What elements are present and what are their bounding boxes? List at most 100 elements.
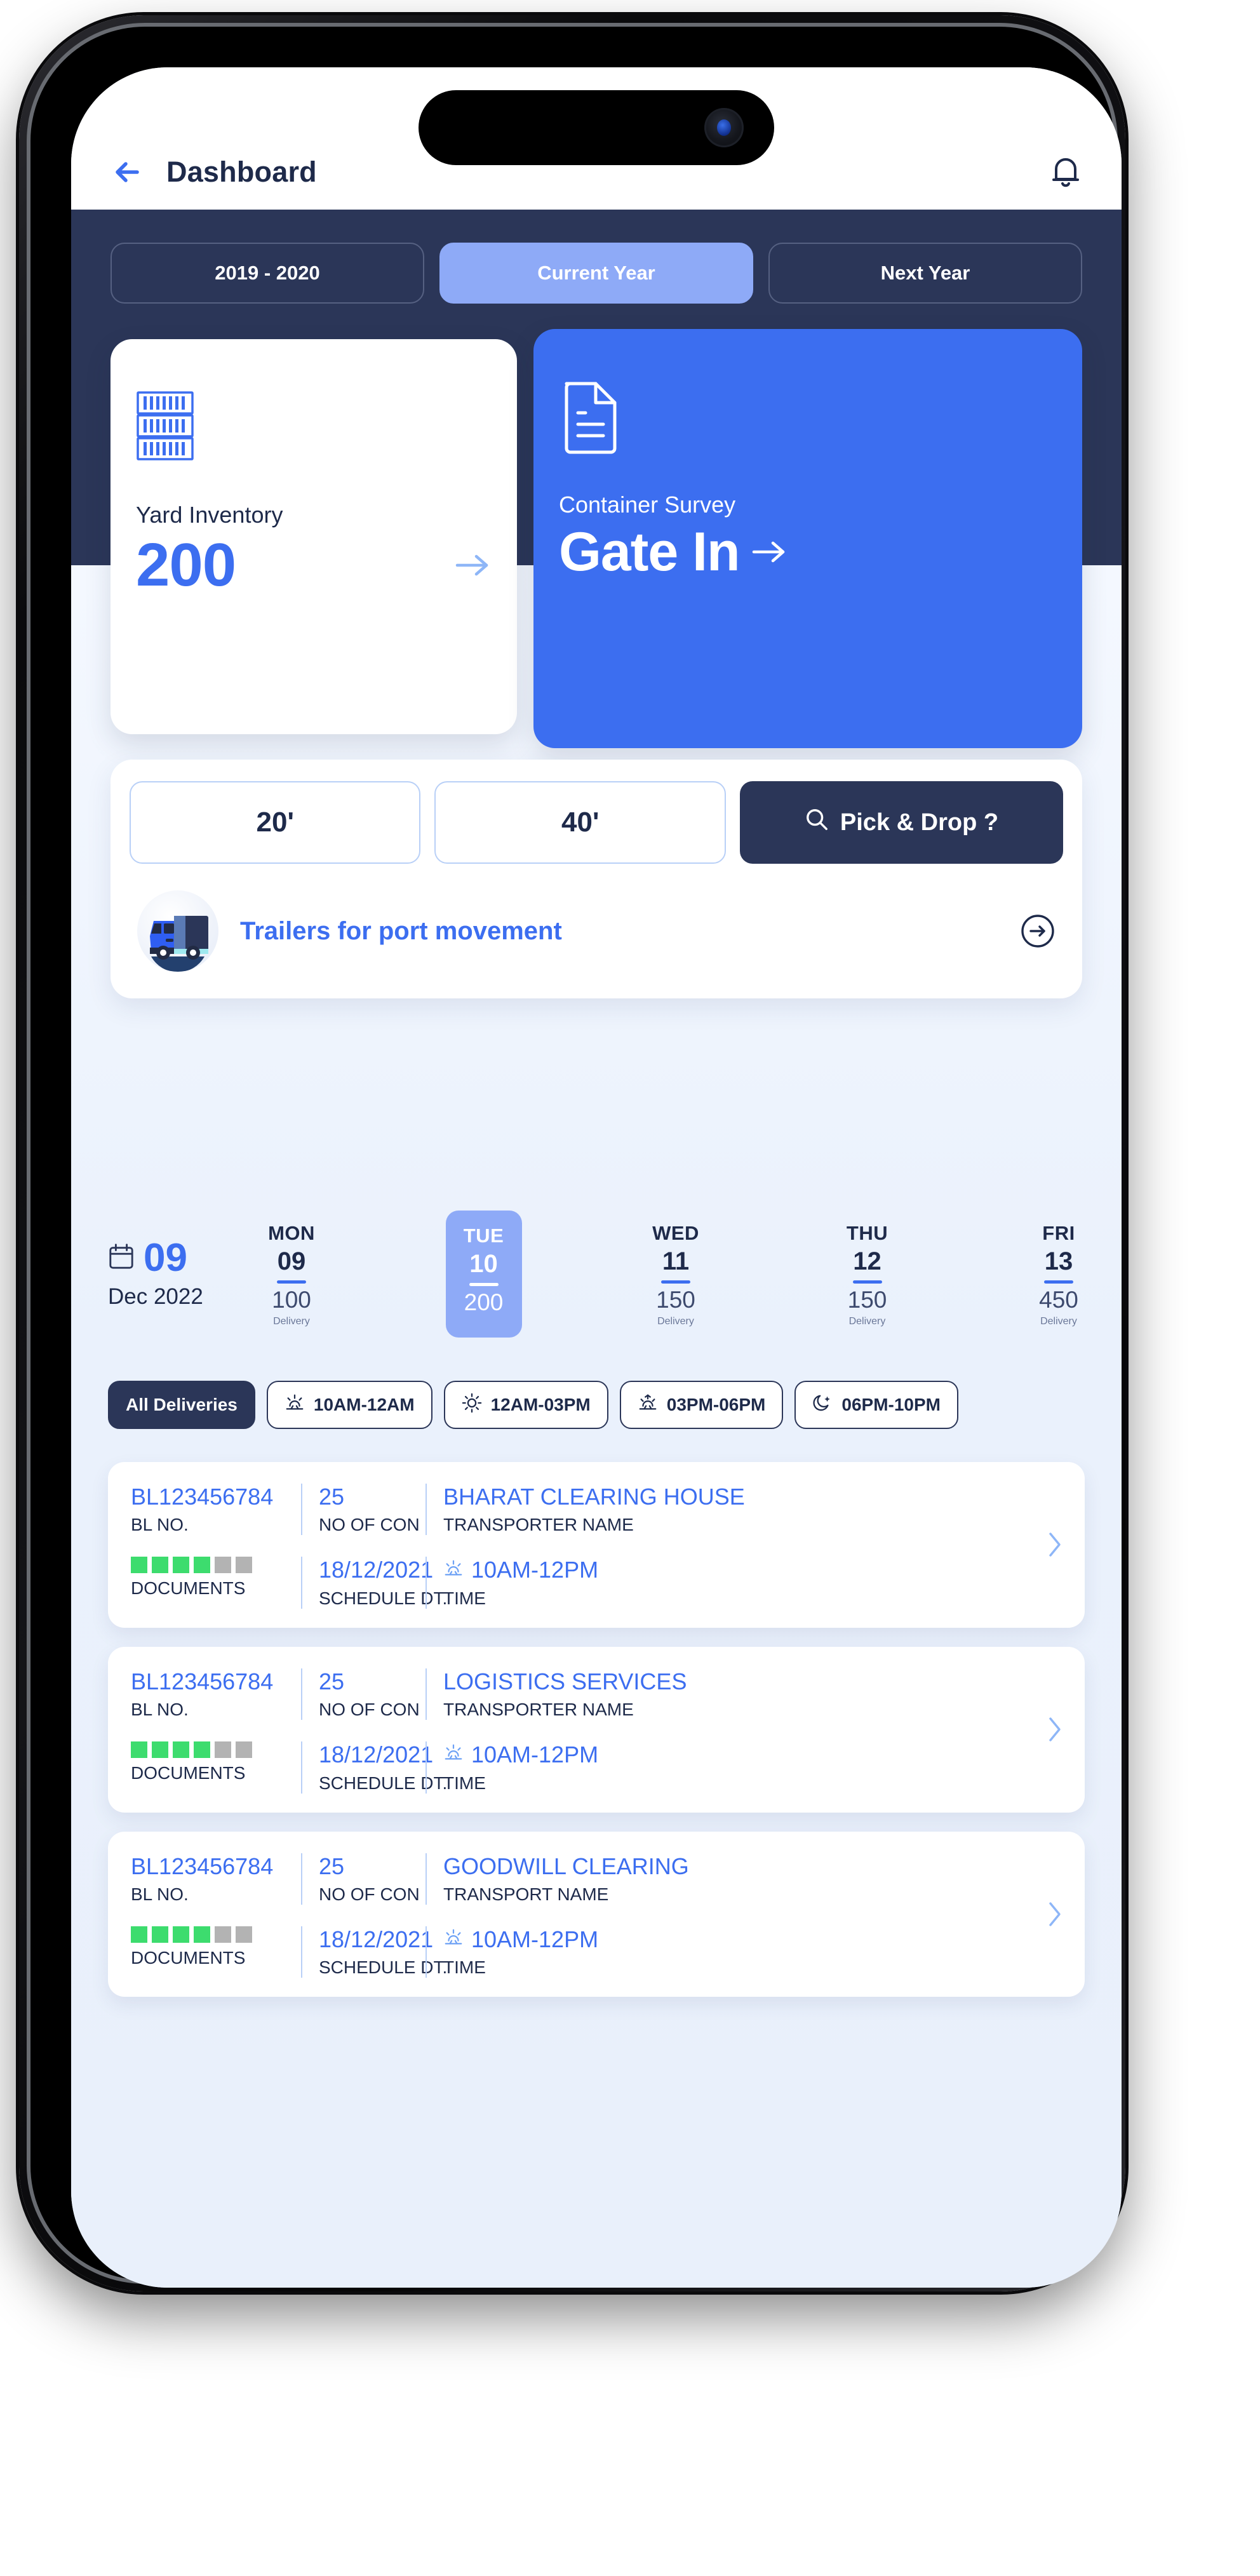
schedule-date-value: 18/12/2021 bbox=[319, 1926, 434, 1952]
day-name: MON bbox=[268, 1222, 315, 1244]
pick-and-drop-button[interactable]: Pick & Drop ? bbox=[739, 781, 1063, 864]
time-label: TIME bbox=[443, 1957, 486, 1978]
container-size-row: 20' 40' Pick & Drop ? bbox=[130, 781, 1063, 864]
time-column: 10AM-12PM TIME bbox=[426, 1741, 613, 1794]
chip-06pm-10pm[interactable]: 06PM-10PM bbox=[794, 1381, 958, 1429]
day-cell-mon[interactable]: MON 09 100 Delivery bbox=[254, 1211, 329, 1338]
bl-no-label: BL NO. bbox=[131, 1884, 189, 1904]
container-survey-card[interactable]: Container Survey Gate In bbox=[533, 329, 1082, 748]
page-title: Dashboard bbox=[166, 156, 317, 188]
time-value: 10AM-12PM bbox=[471, 1926, 599, 1952]
arrow-right-icon[interactable] bbox=[453, 551, 492, 580]
documents-progress bbox=[131, 1741, 286, 1759]
day-cell-tue[interactable]: TUE 10 200 bbox=[445, 1211, 522, 1338]
trailer-banner[interactable]: Trailers for port movement bbox=[130, 890, 1063, 979]
back-arrow-icon[interactable] bbox=[111, 155, 145, 189]
no-of-con-column: 25 NO OF CON bbox=[301, 1668, 426, 1721]
no-of-con-label: NO OF CON bbox=[319, 1515, 420, 1535]
chip-10am-12am[interactable]: 10AM-12AM bbox=[266, 1381, 432, 1429]
day-count: 200 bbox=[464, 1289, 504, 1315]
day-name: FRI bbox=[1042, 1222, 1075, 1244]
arrow-right-icon[interactable] bbox=[750, 536, 788, 568]
chevron-right-icon[interactable] bbox=[1047, 1900, 1063, 1929]
bl-no-label: BL NO. bbox=[131, 1515, 189, 1535]
transporter-value: GOODWILL CLEARING bbox=[443, 1853, 689, 1879]
year-tab-group: 2019 - 2020 Current Year Next Year bbox=[71, 243, 1122, 304]
transporter-label: TRANSPORT NAME bbox=[443, 1884, 609, 1904]
schedule-date-column: 18/12/2021 SCHEDULE DT. bbox=[301, 1741, 448, 1794]
time-value-row: 10AM-12PM bbox=[443, 1741, 598, 1768]
chip-all-deliveries[interactable]: All Deliveries bbox=[108, 1381, 255, 1429]
pick-and-drop-label: Pick & Drop ? bbox=[840, 808, 999, 836]
time-value: 10AM-12PM bbox=[471, 1557, 599, 1583]
time-column: 10AM-12PM TIME bbox=[426, 1557, 613, 1609]
documents-label: DOCUMENTS bbox=[131, 1947, 246, 1968]
size-20ft-label: 20' bbox=[256, 807, 294, 838]
no-of-con-column: 25 NO OF CON bbox=[301, 1484, 426, 1536]
size-40ft-button[interactable]: 40' bbox=[434, 781, 726, 864]
delivery-card[interactable]: BL123456784 BL NO. 25 NO OF CON GOODWILL… bbox=[108, 1831, 1085, 1997]
schedule-date-label: SCHEDULE DT. bbox=[319, 1773, 448, 1793]
container-survey-value-row: Gate In bbox=[559, 525, 1057, 579]
chip-12am-03pm[interactable]: 12AM-03PM bbox=[443, 1381, 608, 1429]
day-count: 150 bbox=[656, 1287, 695, 1313]
schedule-date-label: SCHEDULE DT. bbox=[319, 1588, 448, 1608]
documents-column: DOCUMENTS bbox=[131, 1557, 301, 1599]
moon-icon bbox=[812, 1393, 833, 1418]
delivery-card-bottom: DOCUMENTS 18/12/2021 SCHEDULE DT. 10AM-1… bbox=[131, 1557, 1062, 1609]
day-unit-label: Delivery bbox=[273, 1315, 310, 1327]
transporter-label: TRANSPORTER NAME bbox=[443, 1700, 634, 1720]
day-unit-label: Delivery bbox=[1040, 1315, 1077, 1327]
year-tab-prev[interactable]: 2019 - 2020 bbox=[111, 243, 424, 304]
time-label: TIME bbox=[443, 1773, 486, 1793]
chevron-right-icon[interactable] bbox=[1047, 1715, 1063, 1744]
delivery-card-bottom: DOCUMENTS 18/12/2021 SCHEDULE DT. 10AM-1… bbox=[131, 1926, 1062, 1978]
chip-03pm-06pm[interactable]: 03PM-06PM bbox=[619, 1381, 784, 1429]
chip-12am-03pm-label: 12AM-03PM bbox=[490, 1395, 591, 1414]
bl-no-column: BL123456784 BL NO. bbox=[131, 1853, 301, 1905]
time-value-row: 10AM-12PM bbox=[443, 1926, 598, 1952]
no-of-con-label: NO OF CON bbox=[319, 1700, 420, 1720]
phone-screen: Dashboard 2019 - 2020 Current Year Next … bbox=[71, 67, 1122, 2288]
documents-label: DOCUMENTS bbox=[131, 1763, 246, 1783]
day-name: TUE bbox=[463, 1224, 504, 1247]
selected-month-year: Dec 2022 bbox=[108, 1284, 203, 1309]
size-20ft-button[interactable]: 20' bbox=[130, 781, 421, 864]
time-filter-chips: All Deliveries 10AM-12AM 12AM-03PM 03PM-… bbox=[108, 1381, 1122, 1429]
no-of-con-column: 25 NO OF CON bbox=[301, 1853, 426, 1905]
delivery-card-bottom: DOCUMENTS 18/12/2021 SCHEDULE DT. 10AM-1… bbox=[131, 1741, 1062, 1794]
transporter-label: TRANSPORTER NAME bbox=[443, 1515, 634, 1535]
day-cell-thu[interactable]: THU 12 150 Delivery bbox=[830, 1211, 905, 1338]
time-label: TIME bbox=[443, 1588, 486, 1608]
year-tab-current[interactable]: Current Year bbox=[439, 243, 753, 304]
day-cell-fri[interactable]: FRI 13 450 Delivery bbox=[1021, 1211, 1096, 1338]
chevron-right-icon[interactable] bbox=[1047, 1530, 1063, 1559]
bl-no-label: BL NO. bbox=[131, 1700, 189, 1720]
time-column: 10AM-12PM TIME bbox=[426, 1926, 613, 1978]
time-value-row: 10AM-12PM bbox=[443, 1557, 598, 1583]
delivery-card[interactable]: BL123456784 BL NO. 25 NO OF CON BHARAT C… bbox=[108, 1462, 1085, 1628]
container-survey-label: Container Survey bbox=[559, 492, 736, 518]
arrow-right-circle-icon[interactable] bbox=[1020, 913, 1056, 949]
day-unit-label: Delivery bbox=[657, 1315, 694, 1327]
front-camera-icon bbox=[704, 108, 744, 147]
sunset-icon bbox=[638, 1393, 658, 1418]
delivery-card[interactable]: BL123456784 BL NO. 25 NO OF CON LOGISTIC… bbox=[108, 1646, 1085, 1813]
no-of-con-value: 25 bbox=[319, 1484, 345, 1510]
yard-inventory-card[interactable]: Yard Inventory 200 bbox=[111, 339, 517, 734]
bl-no-column: BL123456784 BL NO. bbox=[131, 1668, 301, 1720]
selected-date-top: 09 bbox=[108, 1238, 254, 1278]
day-name: THU bbox=[846, 1222, 888, 1244]
delivery-card-top: BL123456784 BL NO. 25 NO OF CON GOODWILL… bbox=[131, 1853, 1062, 1905]
schedule-date-column: 18/12/2021 SCHEDULE DT. bbox=[301, 1926, 447, 1978]
calendar-icon bbox=[108, 1242, 135, 1273]
bell-icon[interactable] bbox=[1049, 154, 1082, 191]
day-cell-wed[interactable]: WED 11 150 Delivery bbox=[638, 1211, 713, 1338]
no-of-con-value: 25 bbox=[319, 1853, 345, 1879]
delivery-list: BL123456784 BL NO. 25 NO OF CON BHARAT C… bbox=[108, 1462, 1085, 2016]
document-icon bbox=[559, 356, 1057, 476]
day-picker: MON 09 100 Delivery TUE 10 200 WED 11 15… bbox=[254, 1211, 1096, 1338]
delivery-card-top: BL123456784 BL NO. 25 NO OF CON LOGISTIC… bbox=[131, 1668, 1062, 1721]
year-tab-next[interactable]: Next Year bbox=[768, 243, 1082, 304]
search-icon bbox=[805, 807, 829, 838]
